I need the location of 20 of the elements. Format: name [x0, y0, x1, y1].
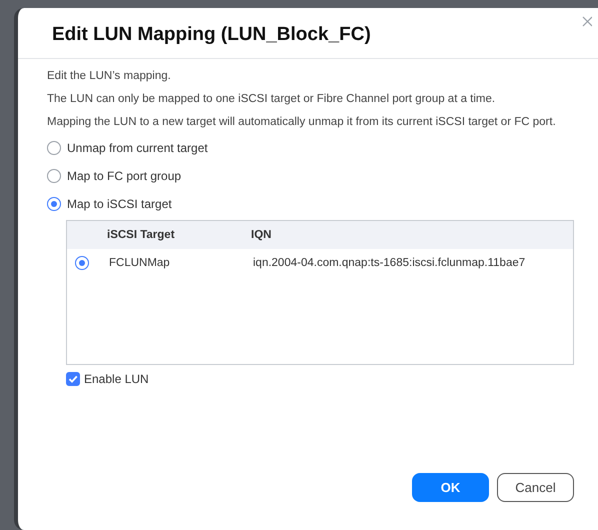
option-label[interactable]: Map to iSCSI target — [67, 197, 172, 211]
column-header: IQN — [251, 229, 272, 241]
checkbox[interactable] — [66, 372, 80, 386]
table-cell-text: FCLUNMap — [108, 257, 171, 269]
row-radio-button[interactable] — [75, 256, 89, 270]
description-text: The LUN can only be mapped to one iSCSI target or Fibre Channel port group at a time. — [47, 92, 496, 107]
dialog-title: Edit LUN Mapping (LUN_Block_FC) — [52, 24, 371, 46]
table-cell-text: iqn.2004-04.com.qnap:ts-1685:iscsi.fclunmap.11bae7 — [253, 257, 526, 269]
description-text: Edit the LUN’s mapping. — [47, 69, 172, 84]
column-header: iSCSI Target — [107, 229, 176, 241]
option-label[interactable]: Map to FC port group — [67, 169, 182, 183]
cancel-button[interactable]: Cancel — [497, 473, 574, 502]
option-label[interactable]: Unmap from current target — [67, 141, 208, 155]
close-icon[interactable] — [582, 16, 592, 27]
radio-button[interactable] — [47, 169, 61, 183]
description-text: Mapping the LUN to a new target will automatically unmap it from its current iSCSI target or FC port. — [47, 115, 557, 130]
ok-button[interactable]: OK — [412, 473, 489, 502]
radio-button[interactable] — [47, 197, 61, 211]
radio-button[interactable] — [47, 141, 61, 155]
checkbox-label[interactable]: Enable LUN — [84, 372, 149, 386]
